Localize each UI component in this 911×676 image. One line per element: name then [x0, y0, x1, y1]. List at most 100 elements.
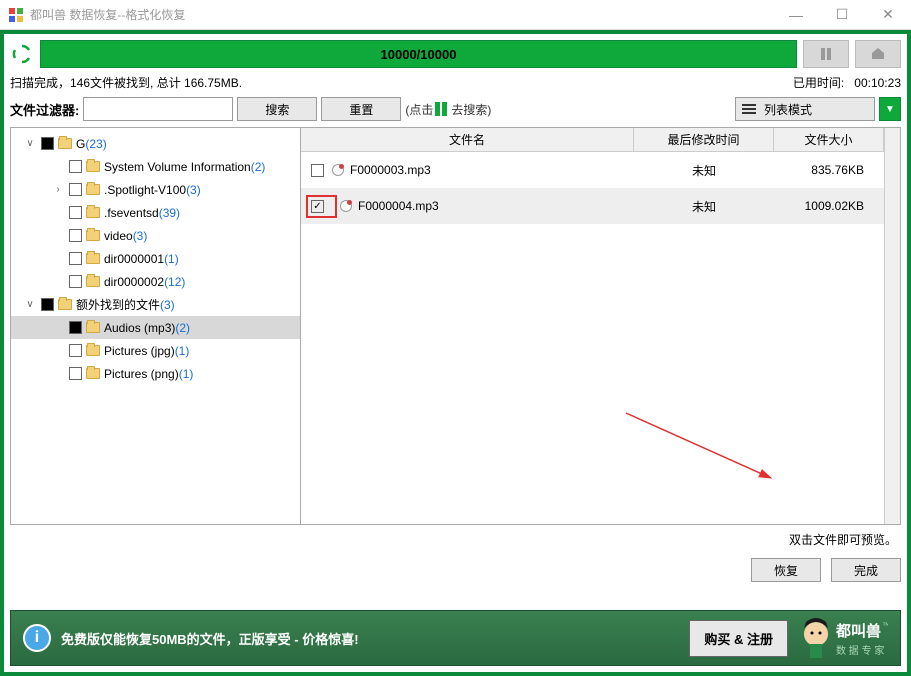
tree-item[interactable]: dir0000002 (12)	[11, 270, 300, 293]
done-button[interactable]: 完成	[831, 558, 901, 582]
tree-count: (1)	[175, 344, 190, 358]
tree-item[interactable]: System Volume Information (2)	[11, 155, 300, 178]
svg-text:都叫兽: 都叫兽	[835, 622, 881, 640]
filter-hint: (点击 去搜索)	[405, 101, 491, 118]
tree-checkbox[interactable]	[69, 321, 82, 334]
row-date: 未知	[634, 198, 774, 215]
folder-icon	[58, 138, 72, 149]
row-filename: F0000004.mp3	[358, 199, 634, 213]
folder-icon	[86, 184, 100, 195]
recover-button[interactable]: 恢复	[751, 558, 821, 582]
list-header: 文件名 最后修改时间 文件大小	[301, 128, 884, 152]
tree-item[interactable]: video (3)	[11, 224, 300, 247]
tree-label: dir0000002	[104, 275, 164, 289]
window-title: 都叫兽 数据恢复--格式化恢复	[30, 6, 773, 23]
tree-checkbox[interactable]	[69, 252, 82, 265]
tree-count: (1)	[179, 367, 194, 381]
tree-count: (3)	[133, 229, 148, 243]
tree-toggle[interactable]: ›	[51, 184, 65, 195]
tree-item[interactable]: Pictures (png) (1)	[11, 362, 300, 385]
tree-count: (23)	[85, 137, 106, 151]
tree-item[interactable]: ›.Spotlight-V100 (3)	[11, 178, 300, 201]
tree-label: .fseventsd	[104, 206, 159, 220]
tree-checkbox[interactable]	[69, 206, 82, 219]
row-checkbox[interactable]	[311, 200, 324, 213]
view-mode-dropdown[interactable]: ▼	[879, 97, 901, 121]
tree-item[interactable]: ∨ G (23)	[11, 132, 300, 155]
row-checkbox[interactable]	[311, 164, 324, 177]
tree-checkbox[interactable]	[41, 298, 54, 311]
tree-label: Audios (mp3)	[104, 321, 175, 335]
folder-icon	[86, 345, 100, 356]
tree-count: (12)	[164, 275, 185, 289]
tree-checkbox[interactable]	[69, 344, 82, 357]
tree-checkbox[interactable]	[41, 137, 54, 150]
filter-input[interactable]	[83, 97, 233, 121]
tree-label: Pictures (png)	[104, 367, 179, 381]
tree-count: (1)	[164, 252, 179, 266]
search-button[interactable]: 搜索	[237, 97, 317, 121]
folder-icon	[86, 161, 100, 172]
row-date: 未知	[634, 162, 774, 179]
minimize-button[interactable]: —	[773, 0, 819, 30]
tree-count: (3)	[160, 298, 175, 312]
folder-icon	[58, 299, 72, 310]
maximize-button[interactable]: ☐	[819, 0, 865, 30]
tree-count: (39)	[159, 206, 180, 220]
tree-item[interactable]: ∨ 额外找到的文件 (3)	[11, 293, 300, 316]
header-filename[interactable]: 文件名	[301, 128, 634, 151]
info-icon: i	[23, 624, 51, 652]
header-size[interactable]: 文件大小	[774, 128, 884, 151]
tree-count: (2)	[175, 321, 190, 335]
progress-bar: 10000/10000	[40, 40, 797, 68]
buy-register-button[interactable]: 购买 & 注册	[689, 620, 788, 657]
tree-checkbox[interactable]	[69, 229, 82, 242]
file-row[interactable]: F0000004.mp3未知1009.02KB	[301, 188, 884, 224]
tree-checkbox[interactable]	[69, 183, 82, 196]
scrollbar[interactable]	[884, 128, 900, 524]
tree-checkbox[interactable]	[69, 160, 82, 173]
tree-toggle[interactable]: ∨	[23, 299, 37, 310]
tree-toggle[interactable]: ∨	[23, 138, 37, 149]
file-list: F0000003.mp3未知835.76KBF0000004.mp3未知1009…	[301, 152, 884, 524]
tree-item[interactable]: Pictures (jpg) (1)	[11, 339, 300, 362]
preview-hint: 双击文件即可预览。	[10, 525, 901, 554]
folder-icon	[86, 207, 100, 218]
file-row[interactable]: F0000003.mp3未知835.76KB	[301, 152, 884, 188]
folder-icon	[86, 253, 100, 264]
mascot-logo: 都叫兽 ™ 数 据 专 家	[798, 614, 888, 662]
stop-button[interactable]	[855, 40, 901, 68]
footer-text: 免费版仅能恢复50MB的文件，正版享受 - 价格惊喜!	[61, 629, 679, 648]
tree-label: video	[104, 229, 133, 243]
tree-count: (2)	[251, 160, 266, 174]
reset-button[interactable]: 重置	[321, 97, 401, 121]
folder-icon	[86, 230, 100, 241]
row-filename: F0000003.mp3	[350, 163, 634, 177]
pause-button[interactable]	[803, 40, 849, 68]
tree-label: 额外找到的文件	[76, 296, 160, 313]
list-icon	[742, 104, 756, 114]
tree-label: dir0000001	[104, 252, 164, 266]
folder-icon	[86, 322, 100, 333]
app-icon	[8, 7, 24, 23]
tree-item[interactable]: Audios (mp3) (2)	[11, 316, 300, 339]
view-mode-select[interactable]: 列表模式	[735, 97, 875, 121]
row-size: 1009.02KB	[774, 199, 874, 213]
tree-count: (3)	[186, 183, 201, 197]
header-date[interactable]: 最后修改时间	[634, 128, 774, 151]
file-icon	[332, 164, 344, 176]
tree-checkbox[interactable]	[69, 367, 82, 380]
close-button[interactable]: ✕	[865, 0, 911, 30]
folder-tree: ∨G (23)System Volume Information (2)›.Sp…	[11, 128, 301, 524]
elapsed-time: 已用时间: 00:10:23	[793, 74, 901, 91]
tree-label: System Volume Information	[104, 160, 251, 174]
tree-label: Pictures (jpg)	[104, 344, 175, 358]
tree-checkbox[interactable]	[69, 275, 82, 288]
footer-bar: i 免费版仅能恢复50MB的文件，正版享受 - 价格惊喜! 购买 & 注册 都叫…	[10, 610, 901, 666]
folder-icon	[86, 368, 100, 379]
tree-item[interactable]: .fseventsd (39)	[11, 201, 300, 224]
tree-label: G	[76, 137, 85, 151]
tree-item[interactable]: dir0000001 (1)	[11, 247, 300, 270]
svg-text:数 据 专 家: 数 据 专 家	[836, 644, 884, 657]
filter-label: 文件过滤器:	[10, 100, 79, 119]
